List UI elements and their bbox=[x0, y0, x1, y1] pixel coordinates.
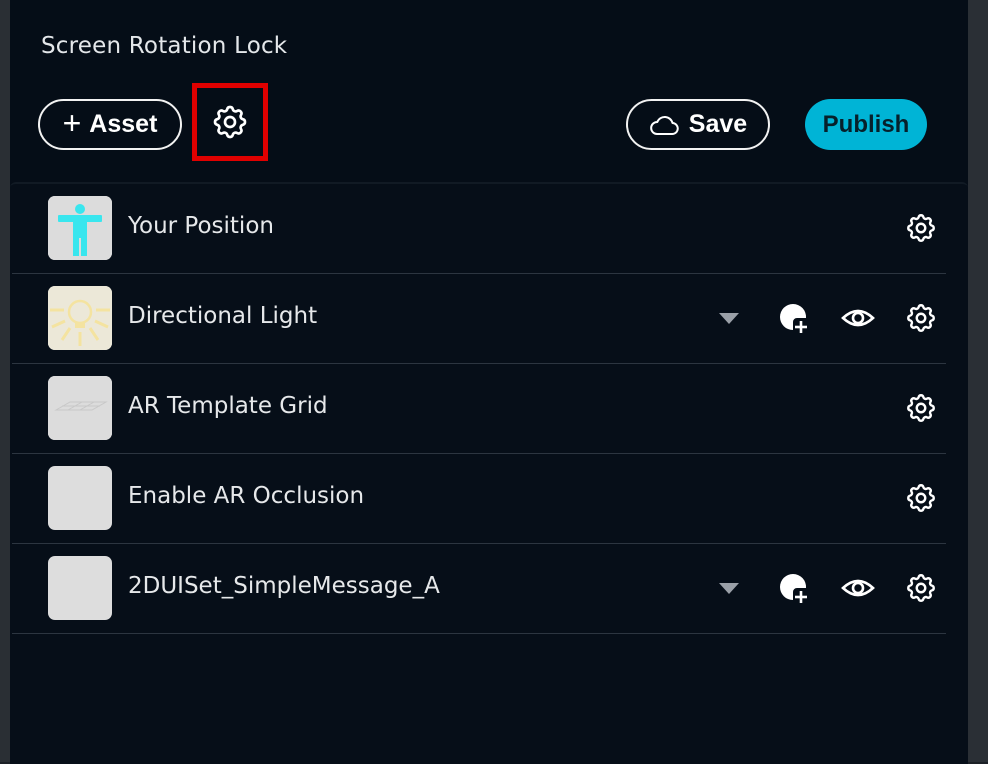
asset-panel: Screen Rotation Lock + Asset Save Publis… bbox=[10, 0, 968, 764]
list-item-label: Enable AR Occlusion bbox=[128, 483, 365, 509]
save-button[interactable]: Save bbox=[626, 99, 770, 150]
person-icon bbox=[48, 196, 112, 260]
list-item-label: 2DUISet_SimpleMessage_A bbox=[128, 573, 440, 599]
light-bulb-icon bbox=[48, 286, 112, 350]
gear-icon bbox=[213, 105, 247, 139]
gear-icon bbox=[907, 394, 935, 422]
settings-button[interactable] bbox=[192, 83, 268, 161]
list-item-label: Directional Light bbox=[128, 303, 318, 329]
plus-icon: + bbox=[62, 105, 82, 141]
add-asset-button[interactable]: + Asset bbox=[38, 99, 182, 150]
grid-icon bbox=[48, 376, 112, 440]
list-item-directional-light[interactable]: Directional Light bbox=[12, 274, 946, 364]
panel-title: Screen Rotation Lock bbox=[41, 33, 288, 59]
gear-icon bbox=[907, 214, 935, 242]
scrollbar-track[interactable] bbox=[968, 0, 988, 762]
publish-label: Publish bbox=[822, 110, 910, 138]
save-label: Save bbox=[688, 110, 748, 138]
visibility-toggle[interactable] bbox=[840, 300, 876, 336]
asset-list: Your Position Directional Light AR Templ… bbox=[10, 182, 968, 764]
cloud-icon bbox=[649, 115, 679, 135]
list-item-label: AR Template Grid bbox=[128, 393, 328, 419]
eye-icon bbox=[841, 309, 875, 327]
add-image-button[interactable] bbox=[776, 570, 812, 606]
eye-icon bbox=[841, 579, 875, 597]
item-settings-button[interactable] bbox=[903, 390, 939, 426]
asset-thumbnail bbox=[48, 466, 112, 530]
add-asset-label: Asset bbox=[89, 110, 158, 138]
gear-icon bbox=[907, 484, 935, 512]
list-item-2duiset-simplemessage[interactable]: 2DUISet_SimpleMessage_A bbox=[12, 544, 946, 634]
visibility-toggle[interactable] bbox=[840, 570, 876, 606]
list-item-label: Your Position bbox=[128, 213, 274, 239]
caret-down-icon[interactable] bbox=[719, 313, 739, 324]
list-item-your-position[interactable]: Your Position bbox=[12, 184, 946, 274]
item-settings-button[interactable] bbox=[903, 480, 939, 516]
gear-icon bbox=[907, 574, 935, 602]
publish-button[interactable]: Publish bbox=[805, 99, 927, 150]
list-item-enable-ar-occlusion[interactable]: Enable AR Occlusion bbox=[12, 454, 946, 544]
add-image-icon bbox=[780, 573, 807, 603]
add-image-button[interactable] bbox=[776, 300, 812, 336]
caret-down-icon[interactable] bbox=[719, 583, 739, 594]
add-image-icon bbox=[780, 303, 807, 333]
left-edge-strip bbox=[0, 0, 10, 762]
item-settings-button[interactable] bbox=[903, 570, 939, 606]
item-settings-button[interactable] bbox=[903, 300, 939, 336]
list-item-ar-template-grid[interactable]: AR Template Grid bbox=[12, 364, 946, 454]
gear-icon bbox=[907, 304, 935, 332]
asset-thumbnail bbox=[48, 556, 112, 620]
item-settings-button[interactable] bbox=[903, 210, 939, 246]
